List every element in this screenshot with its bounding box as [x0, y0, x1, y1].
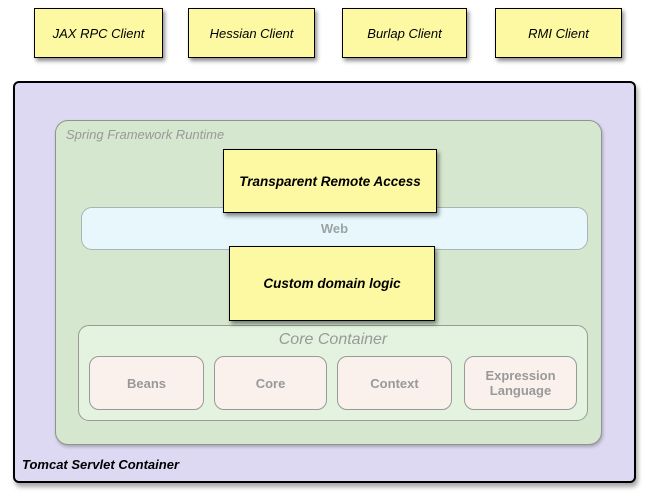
client-box-rmi-label: RMI Client	[528, 26, 589, 41]
module-box-beans: Beans	[89, 356, 204, 410]
module-box-core-label: Core	[256, 376, 286, 391]
web-layer: Web	[81, 207, 588, 250]
client-box-burlap: Burlap Client	[342, 8, 467, 58]
module-box-context: Context	[337, 356, 452, 410]
module-box-core: Core	[214, 356, 327, 410]
client-box-jax-rpc-label: JAX RPC Client	[53, 26, 145, 41]
transparent-remote-access-box: Transparent Remote Access	[223, 149, 437, 213]
client-box-rmi: RMI Client	[495, 8, 622, 58]
transparent-remote-access-label: Transparent Remote Access	[239, 174, 421, 189]
module-box-beans-label: Beans	[127, 376, 166, 391]
web-layer-label: Web	[321, 221, 348, 236]
spring-framework-runtime-label: Spring Framework Runtime	[66, 127, 224, 142]
module-box-expression-language: Expression Language	[464, 356, 577, 410]
architecture-diagram: JAX RPC Client Hessian Client Burlap Cli…	[0, 0, 647, 500]
module-box-expression-language-label: Expression Language	[473, 368, 568, 398]
client-box-hessian: Hessian Client	[188, 8, 315, 58]
custom-domain-logic-label: Custom domain logic	[263, 276, 400, 291]
core-container-label: Core Container	[79, 331, 587, 349]
tomcat-servlet-container: Spring Framework Runtime Web Core Contai…	[13, 81, 636, 483]
client-box-jax-rpc: JAX RPC Client	[34, 8, 163, 58]
client-box-hessian-label: Hessian Client	[210, 26, 294, 41]
tomcat-servlet-container-label: Tomcat Servlet Container	[22, 457, 179, 472]
core-container: Core Container Beans Core Context Expres…	[78, 325, 588, 421]
custom-domain-logic-box: Custom domain logic	[229, 246, 435, 321]
module-box-context-label: Context	[370, 376, 418, 391]
client-box-burlap-label: Burlap Client	[367, 26, 441, 41]
